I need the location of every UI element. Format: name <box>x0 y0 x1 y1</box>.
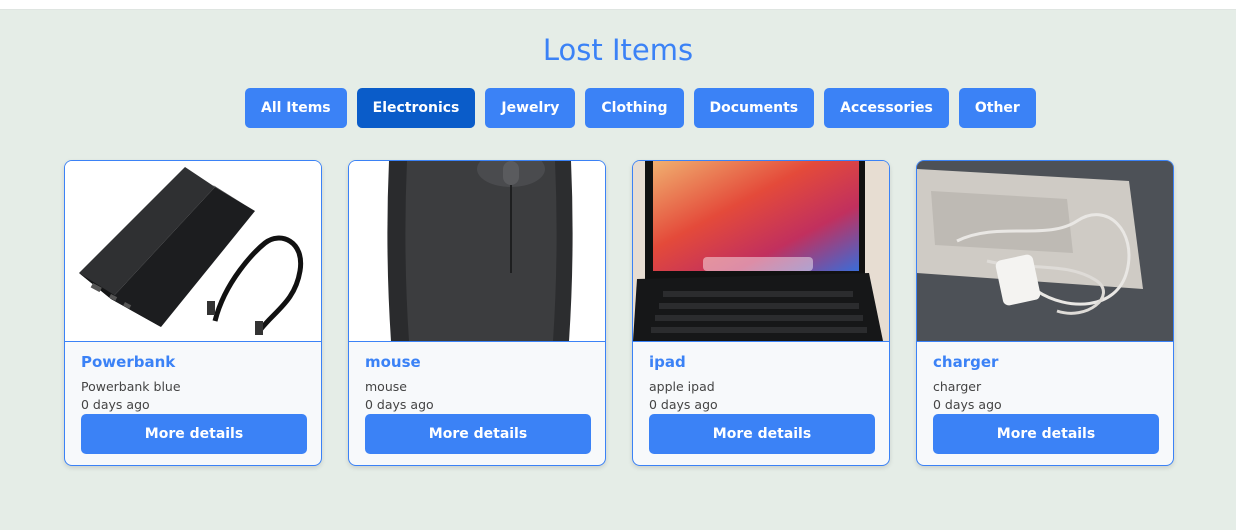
top-bar <box>0 0 1236 10</box>
item-time: 0 days ago <box>649 397 718 412</box>
filter-jewelry[interactable]: Jewelry <box>485 88 576 128</box>
item-time: 0 days ago <box>81 397 150 412</box>
item-time: 0 days ago <box>933 397 1002 412</box>
item-image-charger[interactable] <box>917 161 1173 342</box>
filter-clothing[interactable]: Clothing <box>585 88 684 128</box>
item-image-powerbank[interactable] <box>65 161 321 342</box>
item-image-mouse[interactable] <box>349 161 605 342</box>
more-details-button[interactable]: More details <box>81 414 307 454</box>
more-details-button[interactable]: More details <box>649 414 875 454</box>
item-name[interactable]: ipad <box>649 353 686 371</box>
category-filter-bar: All Items Electronics Jewelry Clothing D… <box>245 88 1036 128</box>
item-time: 0 days ago <box>365 397 434 412</box>
item-card: ipad apple ipad 0 days ago More details <box>632 160 890 466</box>
item-description: charger <box>933 379 982 394</box>
item-description: apple ipad <box>649 379 715 394</box>
more-details-button[interactable]: More details <box>933 414 1159 454</box>
item-name[interactable]: mouse <box>365 353 421 371</box>
filter-accessories[interactable]: Accessories <box>824 88 949 128</box>
more-details-button[interactable]: More details <box>365 414 591 454</box>
item-card: Powerbank Powerbank blue 0 days ago More… <box>64 160 322 466</box>
filter-electronics[interactable]: Electronics <box>356 88 476 128</box>
item-image-ipad[interactable] <box>633 161 889 342</box>
filter-all-items[interactable]: All Items <box>245 88 347 128</box>
item-name[interactable]: Powerbank <box>81 353 175 371</box>
item-card: charger charger 0 days ago More details <box>916 160 1174 466</box>
page-title: Lost Items <box>542 33 694 67</box>
item-description: mouse <box>365 379 407 394</box>
item-card: mouse mouse 0 days ago More details <box>348 160 606 466</box>
item-description: Powerbank blue <box>81 379 181 394</box>
filter-documents[interactable]: Documents <box>693 88 815 128</box>
item-name[interactable]: charger <box>933 353 998 371</box>
filter-other[interactable]: Other <box>958 88 1036 128</box>
